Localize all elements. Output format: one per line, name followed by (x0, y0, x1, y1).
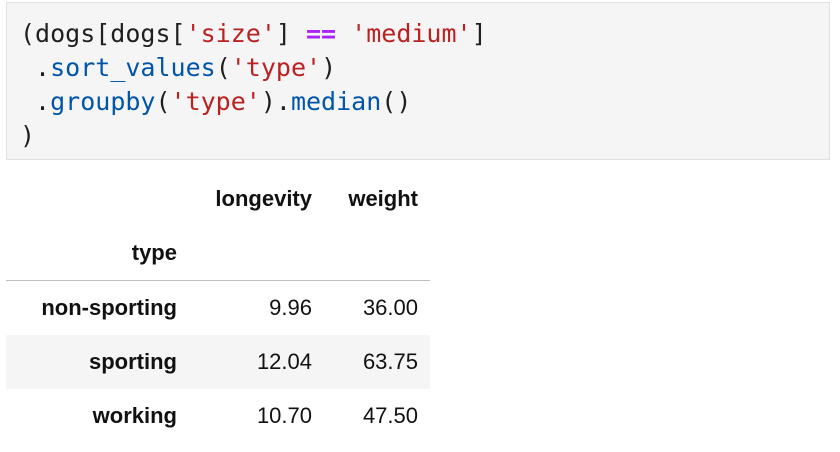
code-string-token: 'medium' (351, 19, 472, 48)
code-text-token: () (381, 87, 412, 116)
code-function-token: groupby (50, 87, 156, 116)
code-function-token: sort_values (50, 53, 216, 82)
code-text-token: (dogs[dogs[ (20, 19, 186, 48)
code-string-token: 'type' (230, 53, 322, 82)
code-text-token: ). (260, 87, 291, 116)
code-text-token: ( (215, 53, 231, 82)
code-text-token: . (20, 53, 51, 82)
weight-value: 47.50 (362, 403, 418, 428)
code-function-token: median (290, 87, 382, 116)
longevity-value: 10.70 (256, 403, 312, 428)
row-index-label: non-sporting (41, 295, 177, 320)
index-name-label: type (131, 240, 177, 265)
table-row: sporting 12.04 63.75 (6, 335, 430, 389)
code-string-token: 'type' (170, 87, 261, 116)
code-text-token: ( (155, 87, 171, 116)
dataframe-output: longevity weight type non-sporting 9.96 … (6, 172, 430, 443)
code-text-token: ) (20, 121, 36, 150)
code-cell[interactable]: (dogs[dogs['size'] == 'medium'] .sort_va… (6, 2, 830, 160)
row-index-label: working (92, 403, 177, 428)
code-line-3: .groupby('type').median() (20, 85, 411, 119)
column-header-row: longevity weight (6, 172, 430, 226)
table-row: non-sporting 9.96 36.00 (6, 281, 430, 335)
longevity-value: 12.04 (256, 349, 312, 374)
code-text-token: ] (471, 19, 487, 48)
code-line-4: ) (20, 119, 35, 153)
code-text-token: . (20, 87, 51, 116)
column-header-longevity: longevity (215, 186, 312, 211)
code-text-token: ] (275, 19, 306, 48)
weight-value: 63.75 (362, 349, 418, 374)
code-string-token: 'size' (185, 19, 276, 48)
code-operator-token: == (306, 19, 337, 48)
code-text-token: ) (321, 53, 337, 82)
row-index-label: sporting (89, 349, 177, 374)
column-header-weight: weight (348, 186, 418, 211)
code-line-2: .sort_values('type') (20, 51, 336, 85)
table-row: working 10.70 47.50 (6, 389, 430, 443)
weight-value: 36.00 (362, 295, 418, 320)
longevity-value: 9.96 (269, 295, 312, 320)
code-line-1: (dogs[dogs['size'] == 'medium'] (20, 17, 487, 51)
index-name-row: type (6, 226, 430, 280)
